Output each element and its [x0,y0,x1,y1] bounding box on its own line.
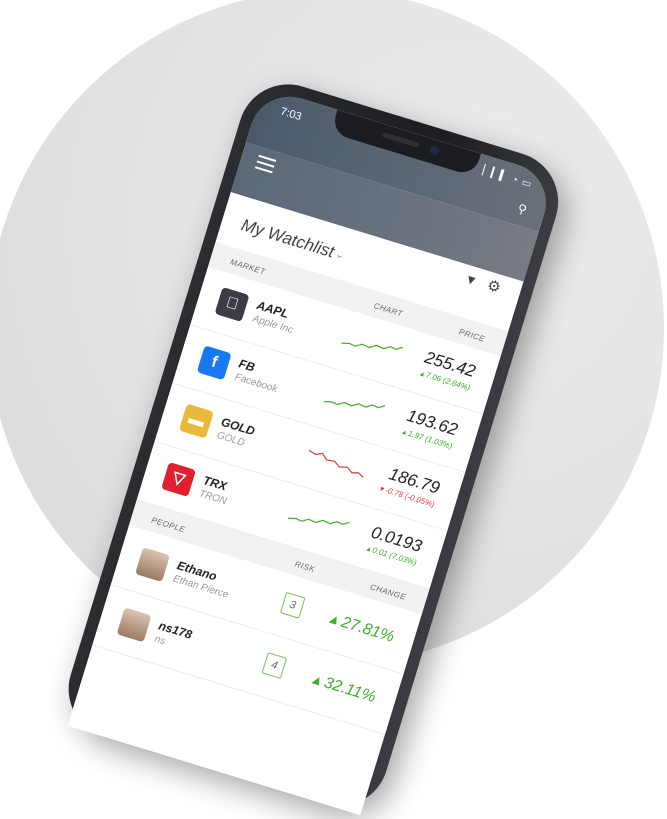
gold-logo-icon: ▬ [178,403,214,439]
chevron-down-icon[interactable]: ⌄ [334,247,347,262]
chart-header: CHART [372,301,404,319]
trx-logo-icon: ▽ [161,461,197,497]
hamburger-menu-icon[interactable] [254,154,277,177]
change-header: CHANGE [369,582,408,602]
market-header: MARKET [229,257,267,277]
people-change: ▴ 32.11% [310,670,378,707]
avatar [135,547,170,583]
filter-icon[interactable]: ▼ [463,271,480,289]
people-fullname: ns [153,633,167,648]
risk-header: RISK [293,559,317,575]
risk-score-badge: 4 [261,652,288,680]
sparkline-chart [323,400,386,409]
people-change: ▴ 27.81% [327,610,397,646]
market-symbol: FB [237,356,257,375]
avatar [116,607,152,643]
risk-score-badge: 3 [279,591,306,619]
market-name: Facebook [233,371,279,396]
people-header: PEOPLE [150,515,187,535]
speaker-grill [381,132,420,148]
search-icon[interactable]: ⚲ [516,201,529,217]
status-time: 7:03 [278,105,303,124]
signal-wifi-battery-icon: ▏▎▍ ◔ ▭ [481,165,534,191]
front-camera [428,144,441,157]
aapl-logo-icon:  [214,286,250,322]
price-header: PRICE [457,327,487,344]
sparkline-chart [308,449,364,478]
gear-icon[interactable]: ⚙ [485,276,503,297]
sparkline-chart [341,342,404,351]
sparkline-chart [287,517,350,526]
fb-logo-icon: f [196,345,232,381]
